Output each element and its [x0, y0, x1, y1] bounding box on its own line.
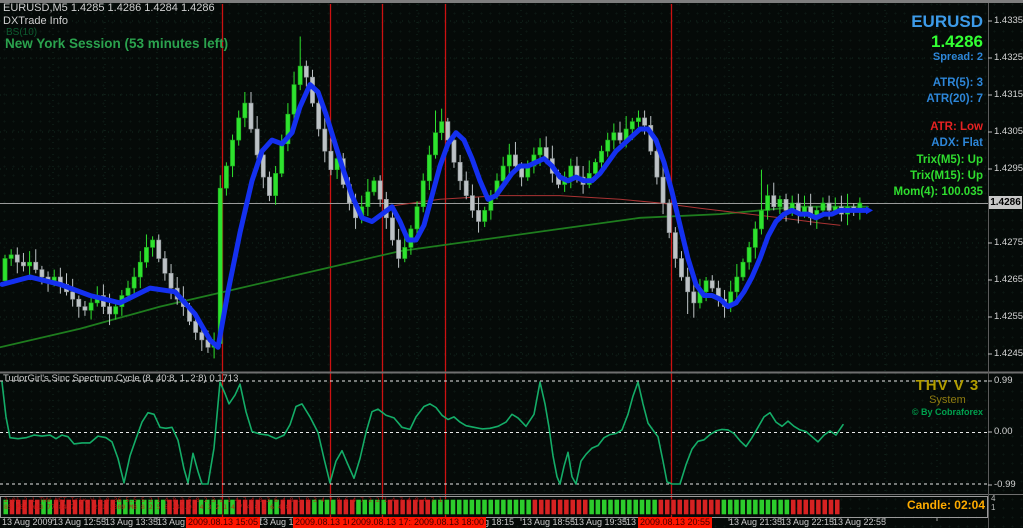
strip-scale-bottom: 1: [991, 503, 996, 512]
oscillator-name-label: TudorGirl's Sinc Spectrum Cycle (8, 40:8…: [3, 373, 239, 384]
price-tick-label: 1.4265: [994, 274, 1023, 285]
info-item-0: EURUSD: [911, 12, 983, 31]
chart-area[interactable]: [0, 0, 1023, 528]
oscillator-tick-label: 0.00: [994, 426, 1013, 437]
chart-title: EURUSD,M5 1.4285 1.4286 1.4284 1.4286 DX…: [3, 2, 215, 27]
candle-countdown: Candle: 02:04: [906, 498, 985, 512]
price-tick-label: 1.4335: [994, 15, 1023, 26]
price-tick-label: 1.4255: [994, 311, 1023, 322]
price-tick-label: 1.4305: [994, 126, 1023, 137]
time-tick-label: 13 Aug 18:55: [522, 517, 576, 527]
time-tick-label: 13 Aug 22:15: [781, 517, 835, 527]
price-tick-label: 1.4275: [994, 237, 1023, 248]
info-item-6: ADX: Flat: [931, 137, 983, 150]
price-tick-label: 1.4245: [994, 348, 1023, 359]
info-item-4: ATR(20): 7: [926, 92, 983, 105]
oscillator-tick-label: 0.99: [994, 375, 1013, 386]
time-tick-label: 13 Aug 19:35: [574, 517, 628, 527]
time-axis[interactable]: 13 Aug 2009 13 Aug 12:55 13 Aug 13:35 13 Au…: [0, 516, 1023, 528]
symbol-ohlc-line: EURUSD,M5 1.4285 1.4286 1.4284 1.4286: [3, 2, 215, 14]
price-tick-label: 1.4295: [994, 163, 1023, 174]
info-item-2: Spread: 2: [932, 51, 983, 64]
info-item-7: Trix(M5): Up: [916, 153, 983, 166]
price-tick-label: 1.4315: [994, 89, 1023, 100]
oscillator-tick-label: -0.99: [994, 479, 1016, 490]
session-banner: New York Session (53 minutes left): [5, 36, 229, 51]
time-tick-label: 13 Aug 21:35: [729, 517, 783, 527]
strip-overlay-text-2: 85 P84 W83 77:84 7 2 2:201 2009 M8 8 2 5…: [4, 503, 290, 511]
current-price-badge: 1.4286: [989, 196, 1022, 209]
thv-watermark: THV V 3 System © By Cobraforex: [912, 377, 983, 417]
price-tick-label: 1.4325: [994, 52, 1023, 63]
info-item-5: ATR: Low: [930, 121, 983, 134]
time-tick-label: 13 Aug 22:55: [833, 517, 887, 527]
subtitle-line: DXTrade Info: [3, 14, 69, 27]
dashboard-info-panel: EURUSD 1.4286 Spread: 2 ATR(5): 3 ATR(20): 7…: [894, 12, 983, 199]
info-item-9: Mom(4): 100.035: [893, 186, 983, 199]
thv-subtitle: System: [929, 394, 966, 407]
info-item-8: Trix(M15): Up: [910, 169, 983, 182]
strip-scale-top: 4: [991, 494, 996, 503]
time-tick-label: 13 Aug 2009: [2, 517, 53, 527]
vline-time-badge: 2009.08.13 15:05: [186, 517, 261, 528]
vline-time-badge: 2009.08.13 20:55: [638, 517, 713, 528]
info-item-1: 1.4286: [931, 31, 983, 51]
vline-time-badge: 2009.08.13 18:00: [412, 517, 487, 528]
mt4-chart-window: EURUSD,M5 1.4285 1.4286 1.4284 1.4286 DX…: [0, 0, 1023, 528]
thv-title: THV V 3: [915, 377, 980, 394]
info-item-3: ATR(5): 3: [932, 76, 983, 89]
thv-credit: © By Cobraforex: [911, 406, 983, 417]
time-tick-label: 13 Aug 12:55: [53, 517, 107, 527]
time-tick-label: 13 Aug 13:35: [105, 517, 159, 527]
